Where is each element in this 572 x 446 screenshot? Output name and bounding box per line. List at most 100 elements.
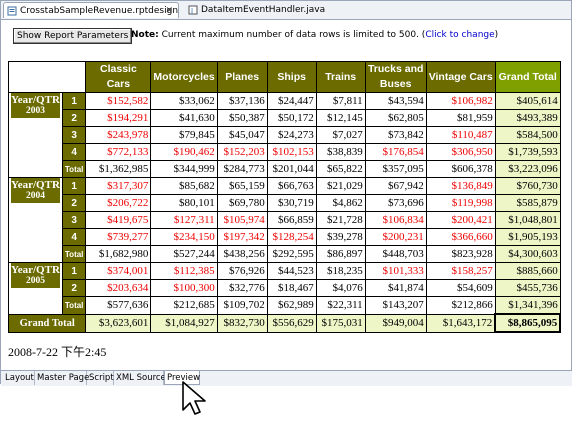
column-header: Vintage Cars [425,61,496,93]
tab-master-page[interactable]: Master Page [35,371,89,385]
preview-toolbar: Show Report Parameters Note: Current max… [3,20,569,50]
data-cell: $1,682,980 [85,245,152,263]
data-cell: $212,685 [150,296,218,315]
data-cell: $69,780 [216,194,268,212]
year-label: Year/QTR 2005 [11,263,60,288]
data-cell: $128,254 [266,228,317,246]
data-cell: $33,062 [150,92,218,110]
table-row: 4 $739,277 $234,150 $197,342 $128,254 $39,278… [9,228,561,246]
tab-data-item-handler[interactable]: J DataItemEventHandler.java [185,2,325,18]
data-cell: $109,702 [216,296,268,315]
data-cell: $344,999 [150,160,218,178]
tab-script[interactable]: Script [87,371,114,385]
tab-label: CrosstabSampleRevenue.rptdesign [20,6,179,16]
mouse-pointer-icon [181,380,211,420]
data-cell: $493,389 [494,109,561,127]
data-cell: $1,905,193 [494,228,561,246]
quarter-label: 2 [61,194,87,212]
data-cell: $45,047 [216,126,268,144]
grand-total-cell: $175,031 [315,313,366,333]
data-cell: $21,029 [315,177,366,195]
note-text: Current maximum number of data rows is l… [161,30,426,40]
data-cell: $67,942 [364,177,427,195]
column-header: Planes [216,61,268,93]
data-cell: $32,776 [216,279,268,297]
grand-total-cell: $1,643,172 [425,313,496,333]
data-cell: $62,989 [266,296,317,315]
svg-text:J: J [190,7,193,15]
data-cell: $4,862 [315,194,366,212]
data-cell: $1,362,985 [85,160,152,178]
data-cell: $438,256 [216,245,268,263]
grand-total-cell: $949,004 [364,313,427,333]
data-cell: $585,879 [494,194,561,212]
click-to-change-link[interactable]: Click to change [425,30,494,40]
table-row: Year/QTR 2005 1 $374,001 $112,385 $76,926 $44,… [8,262,561,315]
data-cell: $455,736 [494,279,561,297]
data-cell: $1,341,396 [494,296,561,315]
quarter-label: 1 [61,262,87,280]
data-cell: $66,859 [266,211,317,229]
tab-crosstab-report[interactable]: CrosstabSampleRevenue.rptdesign ✕ [3,2,179,18]
data-cell: $292,595 [266,245,317,263]
quarter-label: 3 [61,126,87,144]
editor-tab-bar: CrosstabSampleRevenue.rptdesign ✕ J Data… [1,1,571,20]
data-cell: $823,928 [425,245,496,263]
data-cell: $43,594 [364,92,427,110]
data-cell: $152,203 [216,143,268,161]
data-cell: $81,959 [425,109,496,127]
data-cell: $243,978 [85,126,152,144]
data-cell: $1,048,801 [494,211,561,229]
crosstab-report-table: Classic Cars Motorcycles Planes Ships Trains… [7,61,562,333]
table-row: 3 $419,675 $127,311 $105,974 $66,859 $21,728 $… [9,211,561,229]
quarter-label: 4 [61,143,87,161]
report-header-row: Classic Cars Motorcycles Planes Ships Trains… [7,61,561,93]
tab-layout[interactable]: Layout [3,371,35,385]
data-cell: $306,950 [425,143,496,161]
table-row: Total $1,682,980 $527,244 $438,256 $292,595 $… [9,245,561,263]
data-cell: $212,866 [425,296,496,315]
data-cell: $357,095 [364,160,427,178]
report-timestamp: 2008-7-22 下午2:45 [8,345,107,359]
data-cell: $76,926 [216,262,268,280]
year-label: Year/QTR 2004 [11,178,60,203]
data-cell: $366,660 [425,228,496,246]
data-cell: $38,839 [315,143,366,161]
tab-xml-source[interactable]: XML Source [114,371,166,385]
row-limit-note: Note: Current maximum number of data row… [131,30,498,40]
data-cell: $772,133 [85,143,152,161]
quarter-label: 2 [61,279,87,297]
table-row: 2 $203,634 $100,300 $32,776 $18,467 $4,076 $41… [9,279,561,297]
close-tab-icon[interactable]: ✕ [165,3,173,19]
year-value: 2003 [25,106,45,116]
data-cell: $12,145 [315,109,366,127]
show-report-parameters-button[interactable]: Show Report Parameters [13,28,133,44]
table-row: 4 $772,133 $190,462 $152,203 $102,153 $38,839… [9,143,561,161]
column-header: Trains [315,61,366,93]
data-cell: $73,696 [364,194,427,212]
data-cell: $127,311 [150,211,218,229]
report-design-icon [7,6,17,16]
data-cell: $374,001 [85,262,152,280]
data-cell: $110,487 [425,126,496,144]
data-cell: $194,291 [85,109,152,127]
data-cell: $176,854 [364,143,427,161]
data-cell: $41,874 [364,279,427,297]
data-cell: $39,278 [315,228,366,246]
data-cell: $197,342 [216,228,268,246]
data-cell: $7,027 [315,126,366,144]
data-cell: $206,722 [85,194,152,212]
data-cell: $22,311 [315,296,366,315]
data-cell: $200,231 [364,228,427,246]
data-cell: $234,150 [150,228,218,246]
data-cell: $50,387 [216,109,268,127]
year-label-cell: Year/QTR 2004 [8,177,63,263]
year-label-cell: Year/QTR 2003 [8,92,63,178]
year-qtr-label: Year/QTR [11,94,60,106]
year-qtr-label: Year/QTR [11,179,60,191]
data-cell: $105,974 [216,211,268,229]
data-cell: $606,378 [425,160,496,178]
year-qtr-label: Year/QTR [11,264,60,276]
quarter-label: 1 [61,92,87,110]
data-cell: $4,300,603 [494,245,561,263]
